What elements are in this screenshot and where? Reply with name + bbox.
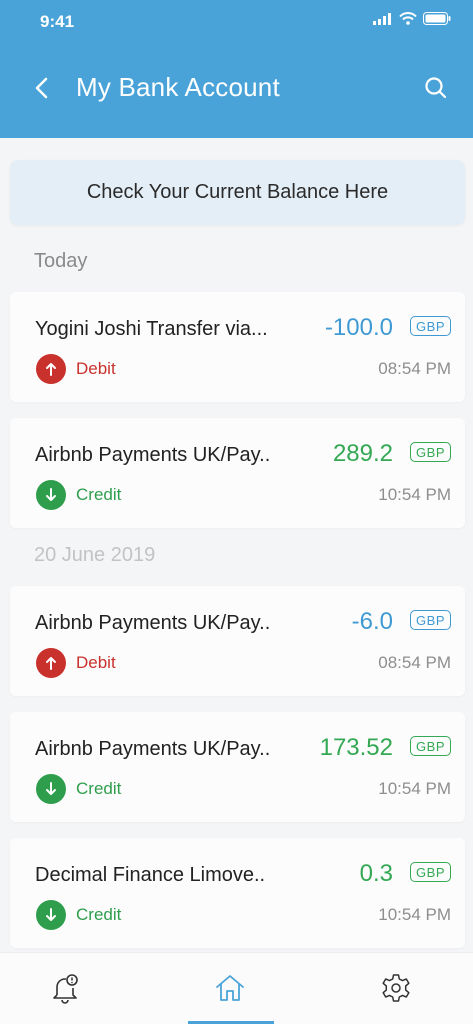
transaction-type: Credit [76,905,122,924]
transaction-amount: 0.3 [359,860,393,887]
home-icon[interactable] [213,971,247,1005]
transaction-name: Airbnb Payments UK/Pay.. [35,612,271,634]
credit-arrow-icon [36,900,66,930]
debit-arrow-icon [36,354,66,384]
transaction-time: 10:54 PM [378,485,451,504]
transaction-type: Credit [76,779,122,798]
transaction-time: 10:54 PM [378,905,451,924]
gear-icon[interactable] [379,971,413,1005]
transaction-type: Credit [76,485,122,504]
transaction-type: Debit [76,359,116,378]
transaction-card[interactable]: Airbnb Payments UK/Pay.. 289.2 GBP Credi… [10,418,465,528]
transaction-type: Debit [76,653,116,672]
section-label-date: 20 June 2019 [34,544,156,566]
app-header: 9:41 My Bank Account [0,0,473,138]
transaction-name: Airbnb Payments UK/Pay.. [35,738,271,760]
transaction-time: 10:54 PM [378,779,451,798]
currency-badge: GBP [410,442,451,462]
transactions-list: Check Your Current Balance Here Today Yo… [0,138,473,952]
credit-arrow-icon [36,774,66,804]
page-title: My Bank Account [76,72,280,102]
transaction-amount: 289.2 [332,440,393,467]
transaction-name: Airbnb Payments UK/Pay.. [35,444,271,466]
currency-badge: GBP [410,862,451,882]
transaction-amount: 173.52 [319,734,393,761]
status-bar: 9:41 [0,0,473,44]
transaction-time: 08:54 PM [378,653,451,672]
section-label-today: Today [34,250,88,272]
currency-badge: GBP [410,316,451,336]
check-balance-button[interactable]: Check Your Current Balance Here [10,160,465,225]
transaction-card[interactable]: Decimal Finance Limove.. 0.3 GBP Credit … [10,838,465,948]
search-icon[interactable] [423,75,449,101]
transaction-time: 08:54 PM [378,359,451,378]
transaction-amount: -6.0 [351,608,393,635]
status-icons [373,12,451,25]
bottom-tab-bar [0,952,473,1024]
title-row: My Bank Account [0,68,473,108]
transaction-name: Decimal Finance Limove.. [35,864,266,886]
signal-icon [373,12,391,25]
bell-alert-icon[interactable] [48,971,82,1005]
debit-arrow-icon [36,648,66,678]
currency-badge: GBP [410,610,451,630]
battery-icon [423,12,451,25]
transaction-card[interactable]: Airbnb Payments UK/Pay.. -6.0 GBP Debit … [10,586,465,696]
transaction-card[interactable]: Airbnb Payments UK/Pay.. 173.52 GBP Cred… [10,712,465,822]
credit-arrow-icon [36,480,66,510]
back-arrow-icon[interactable] [30,74,54,102]
transaction-card[interactable]: Yogini Joshi Transfer via... -100.0 GBP … [10,292,465,402]
wifi-icon [399,12,417,25]
transaction-amount: -100.0 [324,314,393,341]
status-time: 9:41 [40,12,75,31]
currency-badge: GBP [410,736,451,756]
transaction-name: Yogini Joshi Transfer via... [35,318,268,340]
